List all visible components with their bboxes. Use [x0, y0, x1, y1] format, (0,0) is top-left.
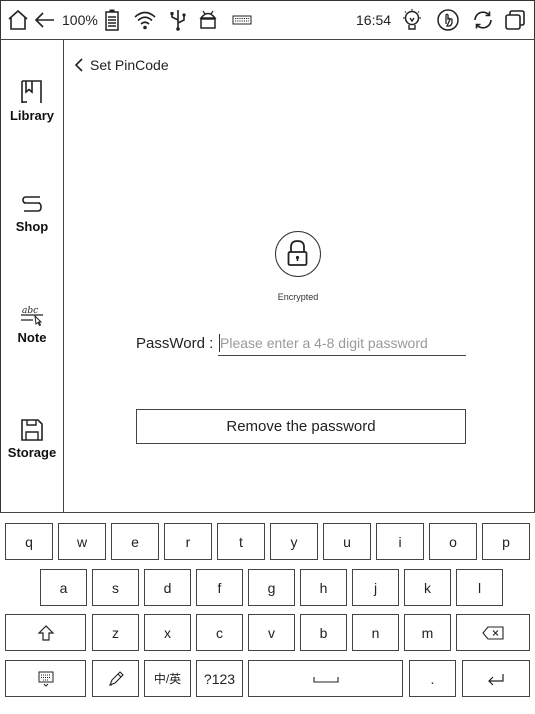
password-input[interactable]: [218, 331, 466, 356]
sidebar-item-library[interactable]: Library: [0, 78, 64, 123]
onscreen-keyboard: q w e r t y u i o p a s d f g h j k l z …: [0, 512, 535, 714]
pen-icon: [108, 670, 124, 686]
back-arrow-icon[interactable]: [33, 8, 57, 32]
key-z[interactable]: z: [92, 614, 139, 651]
keyboard-hide-key[interactable]: [5, 660, 86, 697]
shift-icon: [37, 624, 54, 641]
keyboard-icon: [232, 15, 252, 25]
window-icon[interactable]: [503, 8, 527, 32]
key-f[interactable]: f: [196, 569, 243, 606]
enter-key[interactable]: [462, 660, 530, 697]
key-l[interactable]: l: [456, 569, 503, 606]
battery-percent: 100%: [62, 12, 98, 28]
clock: 16:54: [356, 12, 392, 28]
handwriting-key[interactable]: [92, 660, 139, 697]
bulb-icon[interactable]: [400, 8, 424, 32]
period-key[interactable]: .: [409, 660, 456, 697]
usb-icon: [170, 10, 186, 31]
key-m[interactable]: m: [404, 614, 451, 651]
page-title: Set PinCode: [90, 57, 169, 73]
key-s[interactable]: s: [92, 569, 139, 606]
key-b[interactable]: b: [300, 614, 347, 651]
lock-icon: [287, 240, 308, 266]
key-r[interactable]: r: [164, 523, 212, 560]
library-icon: [21, 80, 42, 103]
backspace-key[interactable]: [456, 614, 530, 651]
note-icon: abc: [21, 306, 43, 327]
sidebar-item-shop[interactable]: Shop: [0, 193, 64, 234]
sidebar-item-label: Storage: [7, 445, 57, 460]
space-icon: [312, 676, 339, 683]
key-c[interactable]: c: [196, 614, 243, 651]
chevron-left-icon: [74, 58, 83, 72]
shift-key[interactable]: [5, 614, 86, 651]
key-d[interactable]: d: [144, 569, 191, 606]
key-a[interactable]: a: [40, 569, 87, 606]
sidebar-item-label: Note: [17, 330, 47, 345]
enter-icon: [488, 673, 504, 685]
lock-badge: [275, 231, 321, 277]
touch-icon[interactable]: [436, 8, 460, 32]
key-h[interactable]: h: [300, 569, 347, 606]
key-q[interactable]: q: [5, 523, 53, 560]
backspace-icon: [482, 625, 504, 640]
numbers-key[interactable]: ?123: [196, 660, 243, 697]
language-switch-key[interactable]: 中/英: [144, 660, 191, 697]
key-y[interactable]: y: [270, 523, 318, 560]
battery-icon: [105, 9, 119, 31]
key-v[interactable]: v: [248, 614, 295, 651]
key-t[interactable]: t: [217, 523, 265, 560]
key-i[interactable]: i: [376, 523, 424, 560]
key-w[interactable]: w: [58, 523, 106, 560]
status-bar: 100% 16:54: [0, 0, 535, 40]
shop-icon: [22, 196, 42, 212]
android-icon: [199, 10, 217, 29]
refresh-icon[interactable]: [471, 8, 495, 32]
key-x[interactable]: x: [144, 614, 191, 651]
sidebar-item-label: Shop: [15, 219, 49, 234]
keyboard-hide-icon: [38, 671, 53, 687]
password-label: PassWord :: [136, 335, 214, 352]
key-k[interactable]: k: [404, 569, 451, 606]
storage-icon: [21, 419, 43, 441]
key-u[interactable]: u: [323, 523, 371, 560]
sidebar-item-storage[interactable]: Storage: [0, 417, 64, 460]
home-icon[interactable]: [6, 8, 30, 32]
remove-password-button[interactable]: Remove the password: [136, 409, 466, 444]
key-j[interactable]: j: [352, 569, 399, 606]
text-cursor: [219, 334, 220, 352]
key-o[interactable]: o: [429, 523, 477, 560]
key-g[interactable]: g: [248, 569, 295, 606]
sidebar-item-note[interactable]: abc Note: [0, 302, 64, 345]
sidebar-item-label: Library: [9, 108, 55, 123]
space-key[interactable]: [248, 660, 403, 697]
sidebar: Library Shop abc Note Storage: [0, 40, 64, 512]
back-button[interactable]: Set PinCode: [74, 57, 169, 73]
key-p[interactable]: p: [482, 523, 530, 560]
key-n[interactable]: n: [352, 614, 399, 651]
lock-status-caption: Encrypted: [277, 292, 319, 302]
key-e[interactable]: e: [111, 523, 159, 560]
wifi-icon: [134, 11, 156, 30]
